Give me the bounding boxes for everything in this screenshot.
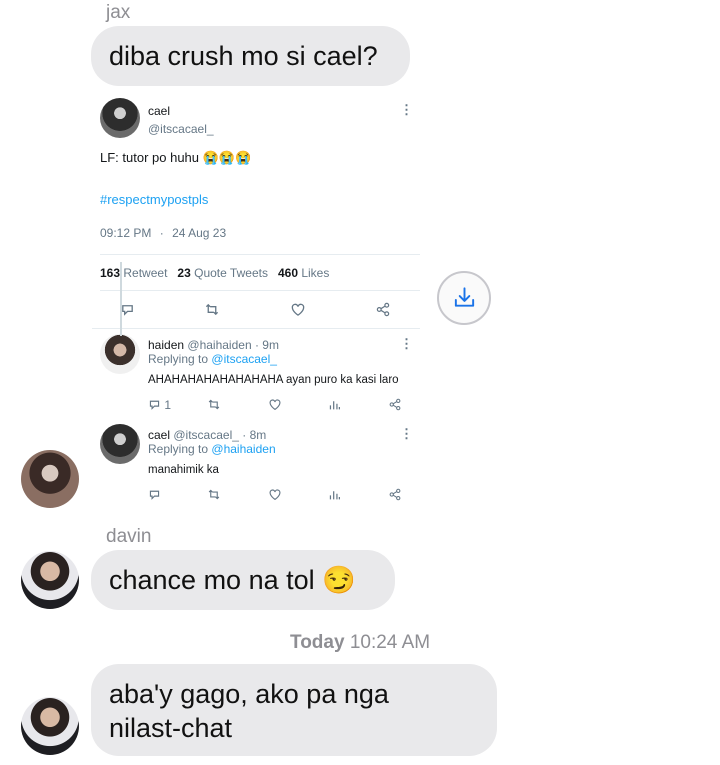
heart-icon[interactable] [268,488,282,503]
message-bubble-jax[interactable]: diba crush mo si cael? [91,26,410,86]
reply-icon[interactable]: 1 [148,398,171,414]
avatar-davin[interactable] [21,697,79,755]
tweet-stats: 163 Retweet 23 Quote Tweets 460 Likes [100,266,329,280]
reply-icon[interactable] [148,488,161,503]
heart-icon[interactable] [268,398,282,413]
retweets-count: 163 [100,266,121,280]
reply-author-avatar [100,424,140,464]
divider [92,328,420,329]
share-icon[interactable] [375,302,391,319]
avatar-jax[interactable] [21,450,79,508]
retweet-icon[interactable] [207,398,221,413]
timestamp-day: Today [290,632,345,653]
avatar-davin[interactable] [21,551,79,609]
analytics-icon[interactable] [328,488,341,503]
tweet-date: 24 Aug 23 [172,226,227,240]
quotes-label[interactable]: Quote Tweets [194,266,268,280]
analytics-icon[interactable] [328,398,341,413]
retweet-icon[interactable] [204,302,220,319]
timestamp-time: 10:24 AM [349,632,431,653]
tweet-author-avatar [100,98,140,138]
date-separator: · [159,226,164,240]
message-text: chance mo na tol 😏 [109,565,356,595]
quotes-count: 23 [177,266,191,280]
message-bubble-davin[interactable]: aba'y gago, ako pa nga nilast-chat [91,664,497,756]
replying-to: Replying to @haihaiden [148,442,276,456]
share-icon[interactable] [388,488,402,503]
reply-author-handle: @itscacael_ [173,428,239,442]
message-bubble-davin[interactable]: chance mo na tol 😏 [91,550,395,610]
reply-age: · 9m [254,338,279,352]
reply-icon[interactable] [120,302,135,319]
sender-name-jax: jax [106,2,131,23]
reply-author-name: cael [148,428,171,442]
share-icon[interactable] [388,398,402,413]
more-icon[interactable]: ⋮ [400,426,413,442]
reply-text: manahimik ka [148,464,219,476]
message-text: diba crush mo si cael? [109,41,378,71]
more-icon[interactable]: ⋮ [400,102,413,118]
divider [100,254,420,255]
likes-label[interactable]: Likes [301,266,329,280]
replying-to: Replying to @itscacael_ [148,352,277,366]
replying-to-handle[interactable]: @itscacael_ [211,352,277,366]
message-text-line: aba'y gago, ako pa nga [109,679,389,709]
save-download-button[interactable] [437,271,491,325]
message-timestamp: Today 10:24 AM [290,632,430,654]
divider [100,290,420,291]
tweet-author-name: cael [148,104,171,118]
save-download-icon [452,285,477,316]
more-icon[interactable]: ⋮ [400,336,413,352]
likes-count: 460 [277,266,298,280]
tweet-author-handle: @itscacael_ [148,122,214,136]
message-text-line: nilast-chat [109,713,233,743]
reply-text: AHAHAHAHAHAHAHAHA ayan puro ka kasi laro [148,374,399,386]
tweet-time: 09:12 PM [100,226,152,240]
thread-line [120,262,122,336]
reply-author: haiden @haihaiden · 9m [148,338,279,352]
reply-age: · 8m [242,428,267,442]
reply-author-avatar [100,334,140,374]
replying-to-handle[interactable]: @haihaiden [211,442,275,456]
reply-author: cael @itscacael_ · 8m [148,428,266,442]
retweet-icon[interactable] [207,488,221,503]
heart-icon[interactable] [290,302,306,319]
reply-author-handle: @haihaiden [187,338,252,352]
reply-author-name: haiden [148,338,185,352]
replying-prefix: Replying to [148,442,209,456]
tweet-body: LF: tutor po huhu 😭😭😭 [100,150,252,165]
sender-name-davin: davin [106,526,152,547]
reply-count: 1 [164,398,172,412]
tweet-hashtag[interactable]: #respectmypostpls [100,192,208,207]
tweet-timestamp: 09:12 PM · 24 Aug 23 [100,226,226,240]
retweets-label[interactable]: Retweet [123,266,167,280]
replying-prefix: Replying to [148,352,209,366]
tweet-screenshot[interactable]: cael @itscacael_ ⋮ LF: tutor po huhu 😭😭😭… [92,92,420,510]
